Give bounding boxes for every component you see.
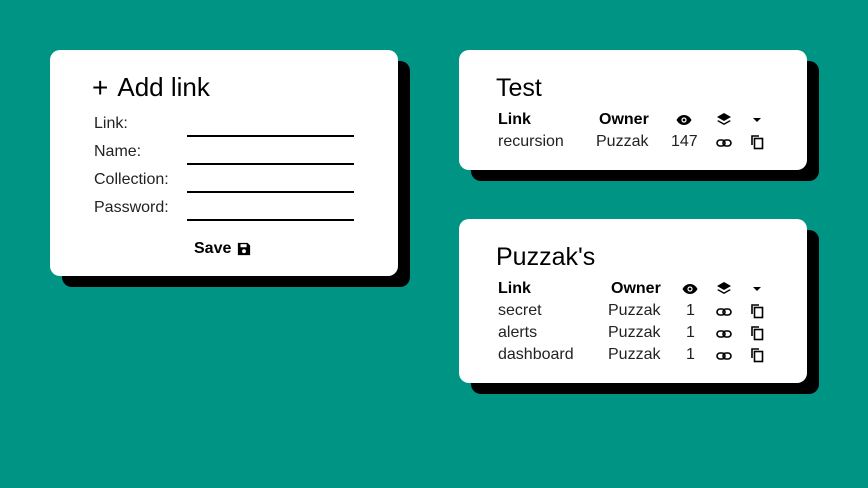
link-field[interactable] xyxy=(187,115,354,137)
add-link-heading: + Add link xyxy=(92,72,210,103)
view-count: 1 xyxy=(686,324,695,341)
link-owner: Puzzak xyxy=(608,302,661,319)
password-field[interactable] xyxy=(187,199,354,221)
link-icon[interactable] xyxy=(716,348,732,364)
save-button[interactable]: Save xyxy=(194,238,251,260)
copy-icon[interactable] xyxy=(749,303,765,319)
add-link-title: Add link xyxy=(117,72,210,102)
column-header-link: Link xyxy=(498,111,531,128)
link-icon[interactable] xyxy=(716,135,732,151)
collection-card: Test Link Owner recursion Puzzak 147 xyxy=(459,50,807,170)
link-icon[interactable] xyxy=(716,304,732,320)
save-label: Save xyxy=(194,240,232,257)
view-count: 147 xyxy=(671,133,698,150)
eye-icon xyxy=(676,112,692,128)
name-field[interactable] xyxy=(187,143,354,165)
links-table: Link Owner recursion Puzzak 147 xyxy=(498,111,778,155)
plus-icon: + xyxy=(92,71,109,103)
link-name[interactable]: alerts xyxy=(498,324,537,342)
link-owner: Puzzak xyxy=(608,324,661,341)
link-owner: Puzzak xyxy=(608,346,661,363)
links-table: Link Owner secret Puzzak 1 alerts Puzzak… xyxy=(498,280,778,370)
copy-icon[interactable] xyxy=(749,134,765,150)
collection-field-row: Collection: xyxy=(94,171,354,195)
link-field-row: Link: xyxy=(94,115,354,139)
view-count: 1 xyxy=(686,346,695,363)
name-field-label: Name: xyxy=(94,143,142,160)
column-header-owner: Owner xyxy=(611,280,661,297)
link-name[interactable]: dashboard xyxy=(498,346,574,364)
link-field-label: Link: xyxy=(94,115,128,132)
eye-icon xyxy=(682,281,698,297)
caret-down-icon[interactable] xyxy=(749,281,765,297)
link-icon[interactable] xyxy=(716,326,732,342)
link-name[interactable]: recursion xyxy=(498,133,564,151)
password-field-label: Password: xyxy=(94,199,169,216)
view-count: 1 xyxy=(686,302,695,319)
link-owner: Puzzak xyxy=(596,133,649,150)
collection-title: Test xyxy=(496,74,542,102)
collection-card: Puzzak's Link Owner secret Puzzak 1 aler… xyxy=(459,219,807,383)
floppy-disk-icon xyxy=(237,242,251,256)
collection-field[interactable] xyxy=(187,171,354,193)
name-field-row: Name: xyxy=(94,143,354,167)
collection-title: Puzzak's xyxy=(496,243,596,271)
link-name[interactable]: secret xyxy=(498,302,542,320)
add-link-card: + Add link Link: Name: Collection: Passw… xyxy=(50,50,398,276)
copy-icon[interactable] xyxy=(749,325,765,341)
caret-down-icon[interactable] xyxy=(749,112,765,128)
copy-icon[interactable] xyxy=(749,347,765,363)
column-header-owner: Owner xyxy=(599,111,649,128)
column-header-link: Link xyxy=(498,280,531,297)
collection-field-label: Collection: xyxy=(94,171,169,188)
layers-icon xyxy=(716,281,732,297)
layers-icon xyxy=(716,112,732,128)
password-field-row: Password: xyxy=(94,199,354,223)
